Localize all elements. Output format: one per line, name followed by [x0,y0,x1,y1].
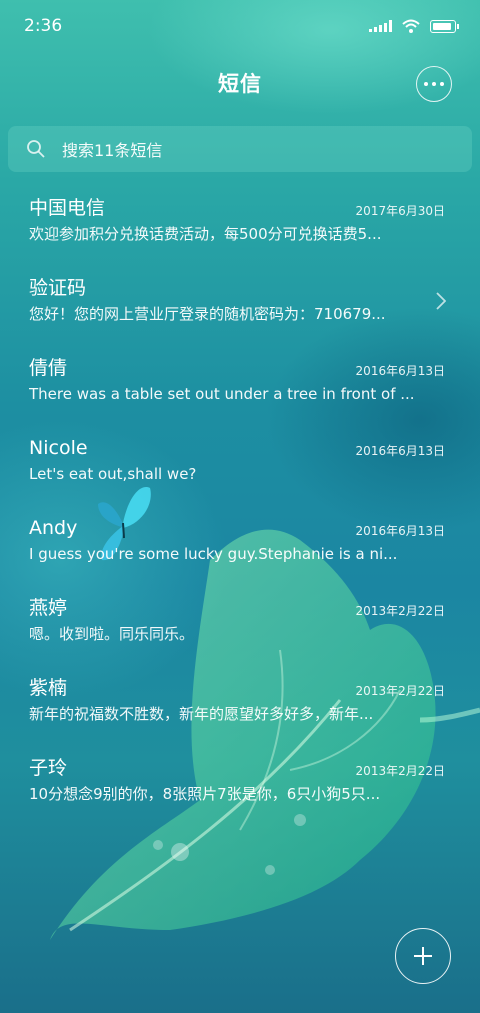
message-preview: There was a table set out under a tree i… [29,385,415,403]
message-preview: 10分想念9别的你，8张照片7张是你，6只小狗5只... [29,785,381,803]
more-dots-icon [424,82,428,86]
message-preview: Let's eat out,shall we? [29,465,197,483]
message-preview: I guess you're some lucky guy.Stephanie … [29,545,398,563]
status-icons [369,19,459,33]
plus-icon [414,947,432,965]
message-preview: 新年的祝福数不胜数，新年的愿望好多好多，新年... [29,705,374,723]
search-bar[interactable]: 搜索11条短信 [8,126,472,172]
status-time: 2:36 [24,16,63,36]
message-date: 2016年6月13日 [355,524,445,538]
more-options-button[interactable] [416,66,452,102]
message-date: 2013年2月22日 [355,764,445,778]
message-date: 2013年2月22日 [355,684,445,698]
battery-icon [430,19,459,33]
message-date: 2013年2月22日 [355,604,445,618]
message-item-2[interactable]: 倩倩 2016年6月13日 There was a table set out … [0,346,480,426]
message-item-0[interactable]: 中国电信 2017年6月30日 欢迎参加积分兑换话费活动，每500分可兑换话费5… [0,186,480,266]
new-message-button[interactable] [395,928,451,984]
message-item-3[interactable]: Nicole 2016年6月13日 Let's eat out,shall we… [0,426,480,506]
message-item-1[interactable]: 验证码 您好！您的网上营业厅登录的随机密码为：710679... [0,266,480,346]
search-placeholder: 搜索11条短信 [62,141,163,160]
message-item-5[interactable]: 燕婷 2013年2月22日 嗯。收到啦。同乐同乐。 [0,586,480,666]
title-bar: 短信 [0,58,480,110]
message-item-7[interactable]: 子玲 2013年2月22日 10分想念9别的你，8张照片7张是你，6只小狗5只.… [0,746,480,826]
message-preview: 您好！您的网上营业厅登录的随机密码为：710679... [29,305,386,323]
message-date: 2016年6月13日 [355,444,445,458]
message-list: 中国电信 2017年6月30日 欢迎参加积分兑换话费活动，每500分可兑换话费5… [0,186,480,826]
status-bar: 2:36 [0,0,480,52]
chevron-right-icon [436,292,446,310]
message-date: 2016年6月13日 [355,364,445,378]
page-title: 短信 [218,72,262,96]
wifi-icon [402,19,420,33]
message-item-4[interactable]: Andy 2016年6月13日 I guess you're some luck… [0,506,480,586]
signal-icon [369,20,392,32]
message-date: 2017年6月30日 [355,204,445,218]
contact-name: 验证码 [29,277,87,299]
search-icon [27,140,45,158]
message-item-6[interactable]: 紫楠 2013年2月22日 新年的祝福数不胜数，新年的愿望好多好多，新年... [0,666,480,746]
message-preview: 欢迎参加积分兑换话费活动，每500分可兑换话费5... [29,225,382,243]
message-preview: 嗯。收到啦。同乐同乐。 [29,625,195,643]
